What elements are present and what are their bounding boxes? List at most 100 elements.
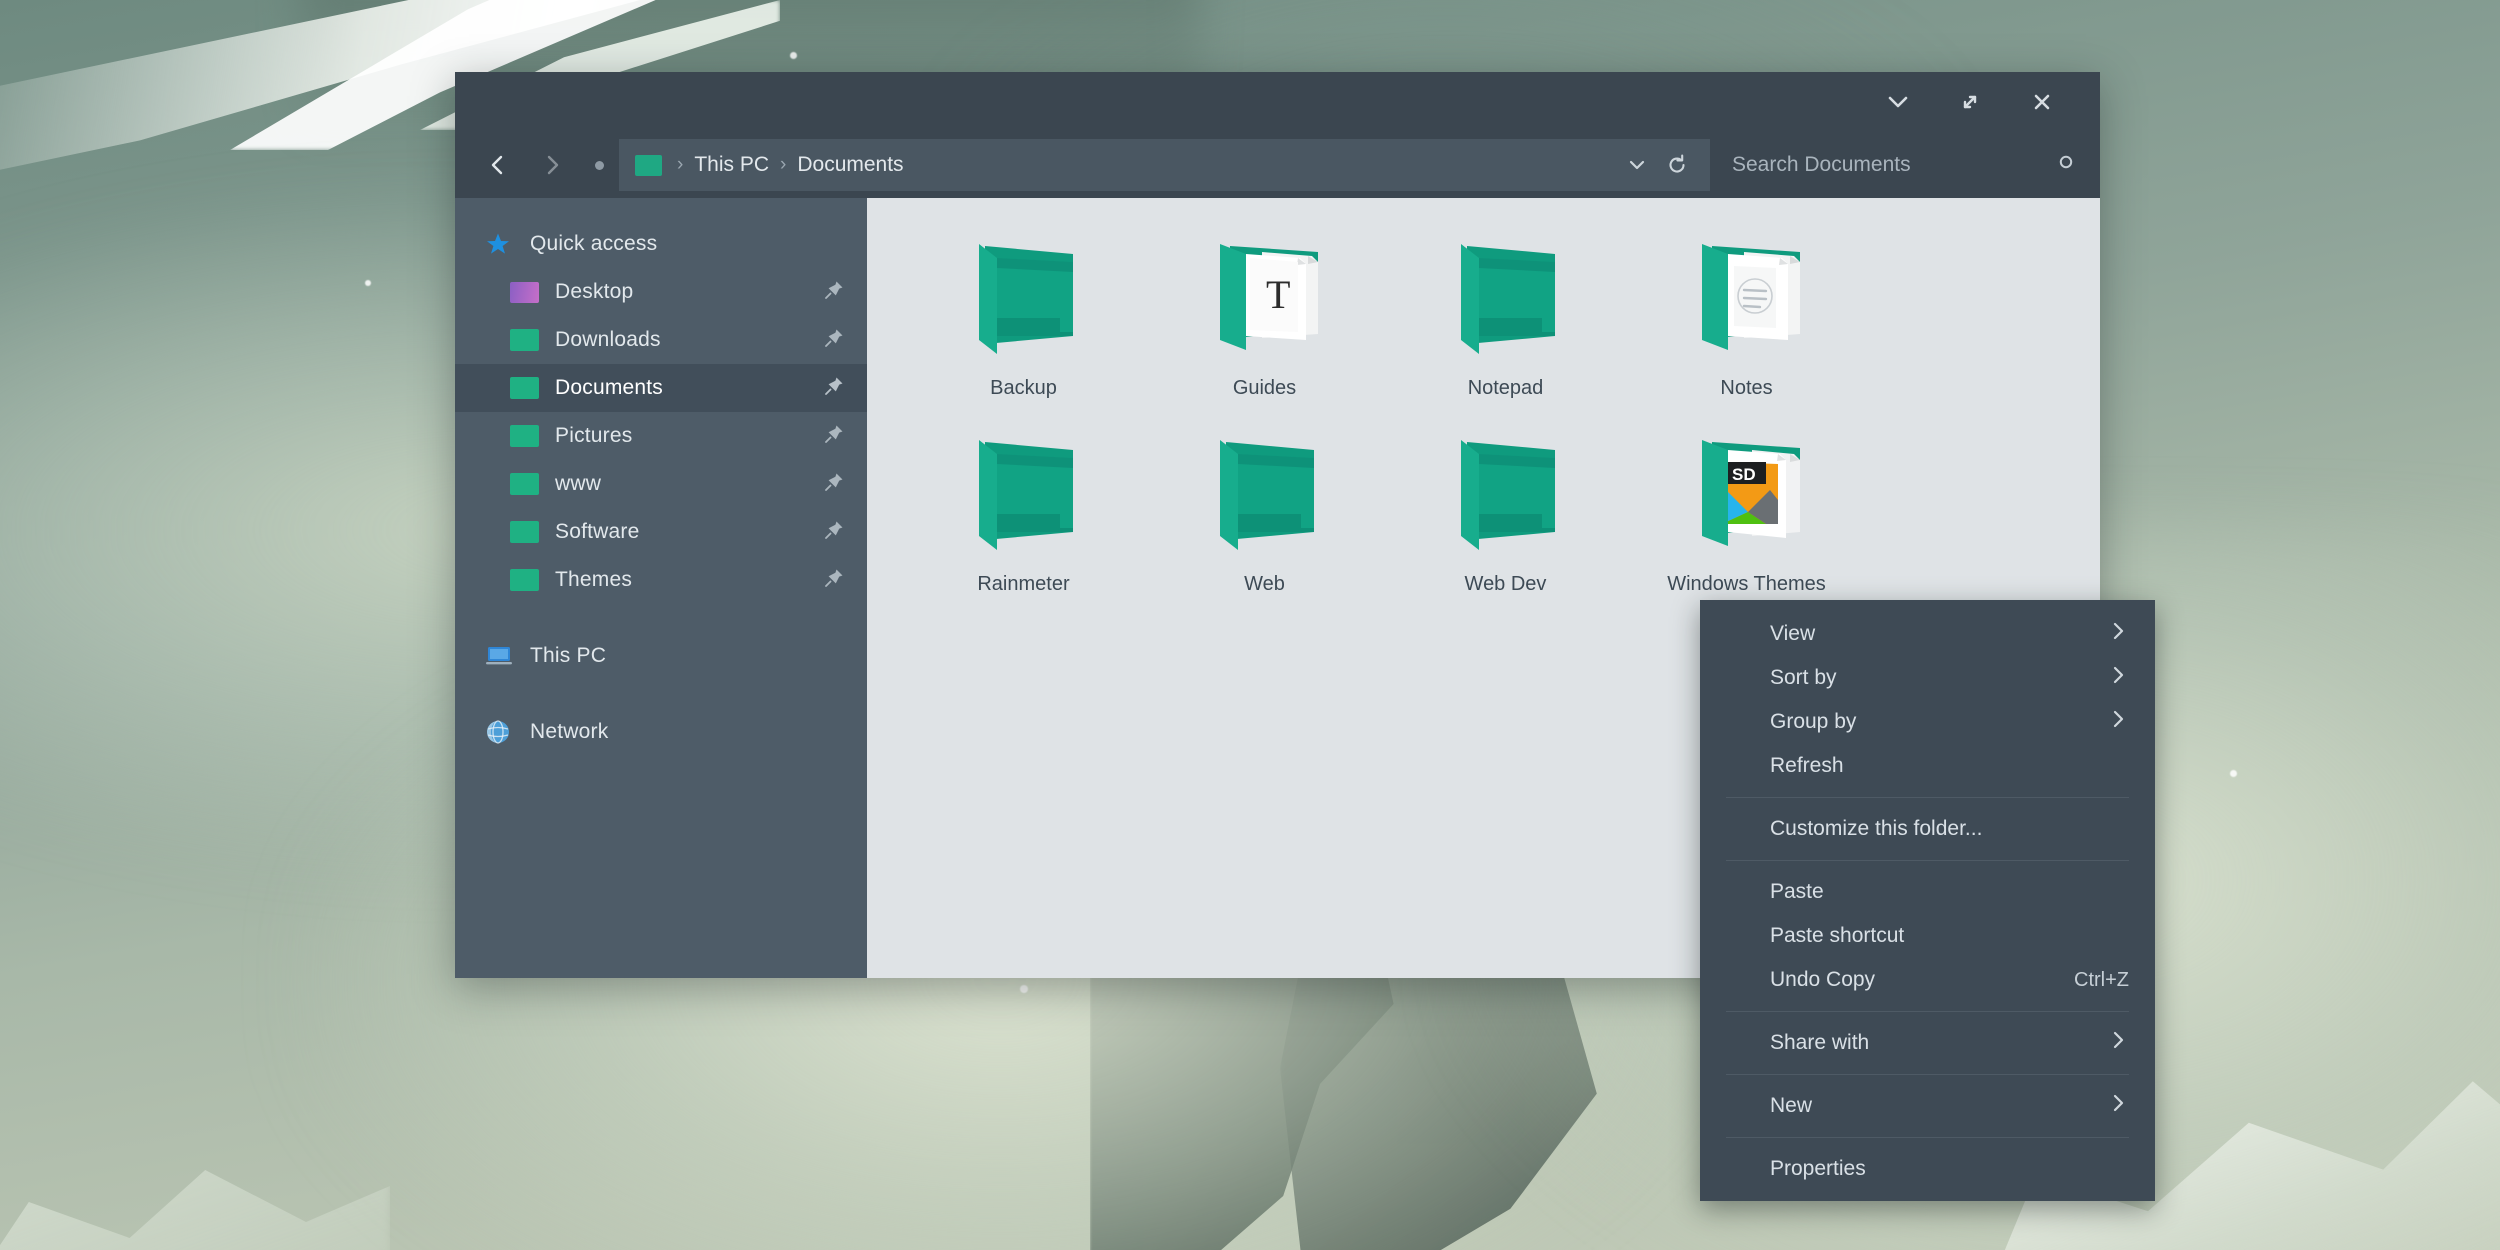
search-box[interactable]: Search Documents xyxy=(1710,139,2100,191)
file-label: Notes xyxy=(1720,377,1773,399)
svg-text:SD: SD xyxy=(1732,465,1756,484)
menu-item-new[interactable]: New xyxy=(1700,1084,2155,1128)
refresh-button[interactable] xyxy=(1658,143,1696,187)
file-item[interactable]: SD Windows Themes xyxy=(1626,420,1867,598)
search-input[interactable]: Search Documents xyxy=(1732,153,2056,177)
file-item[interactable]: Web xyxy=(1144,420,1385,598)
search-icon xyxy=(2056,152,2078,179)
sidebar-item-documents[interactable]: Documents xyxy=(455,364,867,412)
minimize-button[interactable] xyxy=(1862,72,1934,132)
refresh-icon xyxy=(1669,154,1685,173)
sidebar-label: Documents xyxy=(555,376,664,399)
file-item[interactable]: Notepad xyxy=(1385,224,1626,402)
sidebar-label: Themes xyxy=(555,568,633,591)
menu-item-label: Undo Copy xyxy=(1770,968,1876,991)
forward-button[interactable] xyxy=(525,139,579,191)
maximize-button[interactable] xyxy=(1934,72,2006,132)
star-icon xyxy=(485,231,519,257)
monitor-icon xyxy=(510,281,544,303)
folder-empty-icon xyxy=(1200,428,1330,563)
menu-divider xyxy=(1726,860,2129,861)
folder-icon xyxy=(510,377,544,399)
breadcrumb-documents[interactable]: Documents xyxy=(797,153,903,177)
sidebar-label: Network xyxy=(530,720,609,743)
address-bar[interactable]: › This PC › Documents xyxy=(619,139,1710,191)
menu-item-share-with[interactable]: Share with xyxy=(1700,1021,2155,1065)
sidebar-item-software[interactable]: Software xyxy=(455,508,867,556)
chevron-right-icon xyxy=(2107,1092,2129,1120)
chevron-down-icon xyxy=(1888,96,1908,108)
sidebar-label: This PC xyxy=(530,644,607,667)
folder-documents-icon xyxy=(1682,232,1812,367)
close-button[interactable] xyxy=(2006,72,2078,132)
folder-documents-icon: T xyxy=(1200,232,1330,367)
menu-item-paste[interactable]: Paste xyxy=(1700,870,2155,914)
breadcrumb-this-pc[interactable]: This PC xyxy=(694,153,769,177)
sidebar-item-this-pc[interactable]: This PC xyxy=(455,632,867,680)
file-label: Web xyxy=(1244,573,1285,595)
sidebar-item-quick-access[interactable]: Quick access xyxy=(455,220,867,268)
pin-icon xyxy=(823,327,845,354)
menu-item-view[interactable]: View xyxy=(1700,612,2155,656)
sidebar-item-desktop[interactable]: Desktop xyxy=(455,268,867,316)
pin-icon xyxy=(823,567,845,594)
sidebar-item-pictures[interactable]: Pictures xyxy=(455,412,867,460)
file-label: Notepad xyxy=(1467,377,1544,399)
context-menu: View Sort by Group by Refresh Customize … xyxy=(1700,600,2155,1201)
folder-icon xyxy=(510,521,544,543)
menu-item-undo-copy[interactable]: Undo Copy Ctrl+Z xyxy=(1700,958,2155,1002)
sidebar-item-themes[interactable]: Themes xyxy=(455,556,867,604)
back-button[interactable] xyxy=(471,139,525,191)
folder-images-icon: SD xyxy=(1682,428,1812,563)
previous-locations-button[interactable] xyxy=(1618,143,1656,187)
sidebar-label: Software xyxy=(555,520,640,543)
menu-item-label: Sort by xyxy=(1770,666,1837,689)
file-item[interactable]: T Guides xyxy=(1144,224,1385,402)
up-button[interactable] xyxy=(579,160,619,170)
file-label: Rainmeter xyxy=(977,573,1070,595)
folder-icon xyxy=(510,329,544,351)
menu-item-label: New xyxy=(1770,1094,1813,1117)
navigation-toolbar: › This PC › Documents Search Documents xyxy=(455,132,2100,198)
file-item[interactable]: Notes xyxy=(1626,224,1867,402)
navigation-pane: Quick access Desktop Downloads Documents… xyxy=(455,198,867,978)
file-grid: Backup T Guides Notepad Notes Rainmeter … xyxy=(903,224,2100,616)
pin-icon xyxy=(823,423,845,450)
folder-empty-icon xyxy=(959,428,1089,563)
menu-item-paste-shortcut[interactable]: Paste shortcut xyxy=(1700,914,2155,958)
menu-item-label: Refresh xyxy=(1770,754,1844,777)
svg-text:T: T xyxy=(1266,272,1290,317)
chevron-right-icon xyxy=(2107,664,2129,692)
chevron-down-icon xyxy=(1629,160,1645,170)
pin-icon xyxy=(823,471,845,498)
folder-icon xyxy=(510,569,544,591)
menu-item-sort-by[interactable]: Sort by xyxy=(1700,656,2155,700)
menu-item-customize-this-folder[interactable]: Customize this folder... xyxy=(1700,807,2155,851)
menu-item-properties[interactable]: Properties xyxy=(1700,1147,2155,1191)
sidebar-item-downloads[interactable]: Downloads xyxy=(455,316,867,364)
folder-empty-icon xyxy=(959,232,1089,367)
chevron-right-icon xyxy=(547,155,559,175)
file-item[interactable]: Backup xyxy=(903,224,1144,402)
menu-item-group-by[interactable]: Group by xyxy=(1700,700,2155,744)
chevron-right-icon xyxy=(2107,1029,2129,1057)
folder-icon xyxy=(510,425,544,447)
breadcrumb-separator: › xyxy=(780,154,787,175)
file-item[interactable]: Rainmeter xyxy=(903,420,1144,598)
sidebar-item-www[interactable]: www xyxy=(455,460,867,508)
title-bar xyxy=(455,72,2100,132)
sidebar-label: Desktop xyxy=(555,280,634,303)
menu-item-label: Paste xyxy=(1770,880,1824,903)
computer-icon xyxy=(485,644,519,668)
file-label: Backup xyxy=(990,377,1057,399)
breadcrumb-separator: › xyxy=(677,154,684,175)
pin-icon xyxy=(823,375,845,402)
sidebar-item-network[interactable]: Network xyxy=(455,708,867,756)
file-label: Windows Themes xyxy=(1667,573,1826,595)
file-item[interactable]: Web Dev xyxy=(1385,420,1626,598)
chevron-right-icon xyxy=(2107,708,2129,736)
menu-item-refresh[interactable]: Refresh xyxy=(1700,744,2155,788)
menu-divider xyxy=(1726,797,2129,798)
diagonal-arrows-icon xyxy=(1963,95,1977,109)
